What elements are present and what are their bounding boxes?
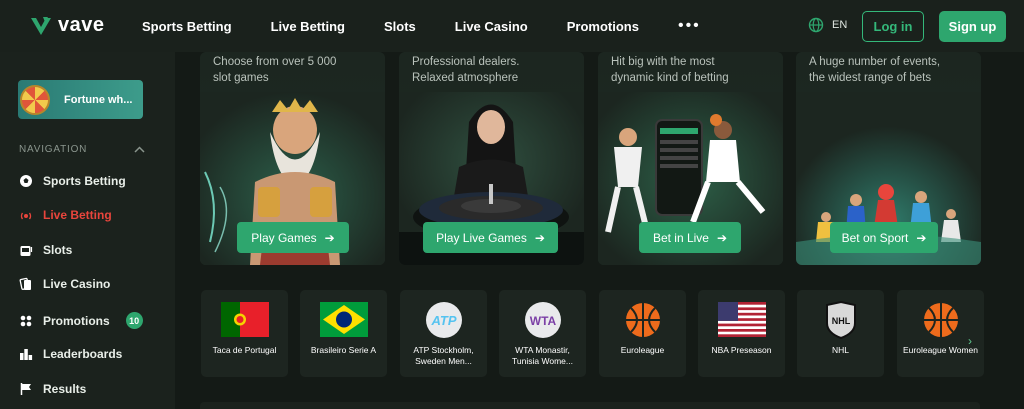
chevron-up-icon	[134, 146, 145, 153]
sidebar-item-label: Leaderboards	[43, 347, 123, 361]
navigation-section-header[interactable]: NAVIGATION	[19, 144, 145, 155]
vave-logo-icon	[31, 16, 51, 35]
sidebar-item-label: Promotions	[43, 313, 110, 328]
sport-tile-taca-de-portugal[interactable]: Taca de Portugal	[201, 290, 288, 377]
sidebar-item-live-casino[interactable]: Live Casino	[19, 277, 110, 291]
promotions-count-badge: 10	[125, 312, 143, 329]
nav-promotions[interactable]: Promotions	[567, 19, 639, 34]
language-code: EN	[832, 19, 848, 31]
sport-tile-wta-monastir[interactable]: WTA WTA Monastir, Tunisia Wome...	[499, 290, 586, 377]
tile-label: Euroleague	[620, 345, 665, 355]
navigation-header-label: NAVIGATION	[19, 144, 88, 155]
usa-flag-icon	[718, 302, 766, 337]
sidebar-item-label: Slots	[43, 243, 73, 257]
fortune-wheel-banner[interactable]: Fortune wh...	[18, 80, 143, 119]
tile-label: NHL	[831, 345, 849, 355]
tile-label: ATP Stockholm, Sweden Men...	[413, 345, 474, 366]
globe-icon	[808, 17, 824, 33]
sidebar-item-label: Live Casino	[43, 277, 111, 291]
fortune-wheel-icon	[20, 84, 50, 115]
sidebar-item-results[interactable]: Results	[19, 382, 86, 396]
sidebar-item-label: Sports Betting	[43, 174, 126, 188]
tile-label: Taca de Portugal	[212, 345, 277, 355]
arrow-right-icon: ➔	[534, 230, 545, 245]
arrow-right-icon: ➔	[716, 230, 728, 245]
bet-in-live-button[interactable]: Bet in Live ➔	[639, 222, 741, 253]
main-content: Choose from over 5 000 slot games Play G…	[175, 52, 1024, 409]
scroll-right-icon[interactable]: ›	[968, 334, 972, 348]
nhl-logo-icon: NHL	[817, 300, 865, 339]
svg-text:ATP: ATP	[430, 313, 456, 328]
flag-icon	[19, 382, 33, 396]
play-games-button[interactable]: Play Games ➔	[237, 222, 349, 253]
wta-logo-icon: WTA	[519, 301, 567, 338]
sport-tile-brasileiro-serie-a[interactable]: Brasileiro Serie A	[300, 290, 387, 377]
brazil-flag-icon	[320, 302, 368, 337]
sidebar-item-leaderboards[interactable]: Leaderboards	[19, 347, 122, 361]
gift-icon	[19, 314, 33, 328]
card-description: A huge number of events, the widest rang…	[809, 56, 941, 84]
vave-logo[interactable]: vave	[30, 14, 105, 37]
sidebar-item-label: Live Betting	[43, 208, 112, 222]
signup-button[interactable]: Sign up	[939, 11, 1006, 42]
nav-live-betting[interactable]: Live Betting	[271, 19, 345, 34]
portugal-flag-icon	[221, 302, 269, 337]
card-description: Hit big with the most dynamic kind of be…	[611, 56, 729, 84]
live-signal-icon	[19, 208, 33, 222]
promo-card-live-casino[interactable]: Professional dealers. Relaxed atmosphere…	[399, 52, 584, 265]
sidebar-item-slots[interactable]: Slots	[19, 243, 72, 257]
sidebar-item-sports-betting[interactable]: Sports Betting	[19, 174, 126, 188]
sport-tile-euroleague[interactable]: Euroleague	[599, 290, 686, 377]
cards-icon	[19, 277, 33, 291]
sidebar-item-live-betting[interactable]: Live Betting	[19, 208, 112, 222]
play-live-games-button[interactable]: Play Live Games ➔	[423, 222, 558, 253]
promo-card-sports[interactable]: A huge number of events, the widest rang…	[796, 52, 981, 265]
next-section-edge	[200, 402, 980, 409]
sport-tile-atp-stockholm[interactable]: ATP ATP Stockholm, Sweden Men...	[400, 290, 487, 377]
more-menu-icon[interactable]: •••	[678, 17, 701, 35]
basketball-icon	[619, 302, 667, 337]
arrow-right-icon: ➔	[916, 230, 927, 245]
fortune-wheel-label: Fortune wh...	[64, 93, 133, 106]
basketball-icon	[917, 302, 965, 337]
promo-card-slots[interactable]: Choose from over 5 000 slot games Play G…	[200, 52, 385, 265]
svg-text:WTA: WTA	[530, 314, 557, 328]
slot-machine-icon	[19, 243, 33, 257]
atp-logo-icon: ATP	[420, 301, 468, 338]
sport-tile-nhl[interactable]: NHL NHL	[797, 290, 884, 377]
svg-text:NHL: NHL	[832, 316, 851, 326]
tile-label: NBA Preseason	[711, 345, 772, 355]
leaderboard-icon	[19, 347, 33, 361]
logo-text: vave	[58, 14, 105, 36]
top-navigation-bar: vave Sports Betting Live Betting Slots L…	[0, 0, 1024, 52]
tile-label: WTA Monastir, Tunisia Wome...	[512, 345, 573, 366]
nav-slots[interactable]: Slots	[384, 19, 416, 34]
sidebar: Fortune wh... NAVIGATION Sports Betting …	[0, 52, 175, 409]
soccer-ball-icon	[19, 174, 33, 188]
nav-sports-betting[interactable]: Sports Betting	[142, 19, 232, 34]
card-description: Professional dealers. Relaxed atmosphere	[412, 56, 520, 84]
sport-tile-nba-preseason[interactable]: NBA Preseason	[698, 290, 785, 377]
sidebar-item-promotions[interactable]: Promotions 10	[19, 312, 143, 329]
arrow-right-icon: ➔	[324, 230, 335, 245]
main-nav: Sports Betting Live Betting Slots Live C…	[142, 0, 701, 52]
language-selector[interactable]: EN	[808, 17, 847, 33]
nav-live-casino[interactable]: Live Casino	[455, 19, 528, 34]
promo-card-live-betting[interactable]: Hit big with the most dynamic kind of be…	[598, 52, 783, 265]
sidebar-item-label: Results	[43, 382, 87, 396]
card-description: Choose from over 5 000 slot games	[213, 56, 337, 84]
bet-on-sport-button[interactable]: Bet on Sport ➔	[830, 222, 938, 253]
tile-label: Brasileiro Serie A	[310, 345, 377, 355]
login-button[interactable]: Log in	[862, 11, 924, 42]
